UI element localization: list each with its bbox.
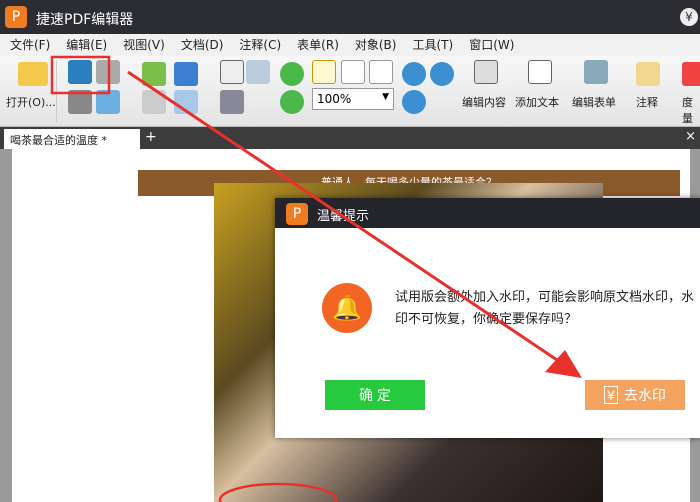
actual-size-icon[interactable] xyxy=(312,60,336,84)
dialog-header: P 温馨提示 xyxy=(275,198,700,228)
app-title: 捷速PDF编辑器 xyxy=(36,12,134,28)
zoom-out-icon[interactable] xyxy=(430,62,454,86)
snapshot-icon[interactable] xyxy=(220,90,244,114)
menu-bar: 文件(F) 编辑(E) 视图(V) 文档(D) 注释(C) 表单(R) 对象(B… xyxy=(0,34,700,56)
dialog-message: 试用版会额外加入水印，可能会影响原文档水印，水印不可恢复，你确定要保存吗？ xyxy=(395,290,695,327)
remove-watermark-button[interactable]: ¥ 去水印 xyxy=(585,380,685,410)
page-prev-icon[interactable] xyxy=(142,62,166,86)
email-icon[interactable] xyxy=(96,90,120,114)
menu-tools[interactable]: 工具(T) xyxy=(412,34,453,56)
folder-icon[interactable] xyxy=(18,62,48,86)
rotate-ccw-icon[interactable] xyxy=(280,90,304,114)
page-next-icon[interactable] xyxy=(142,90,166,114)
zoom-in-region-icon[interactable] xyxy=(402,62,426,86)
menu-window[interactable]: 窗口(W) xyxy=(469,34,514,56)
toolbar: 打开(O)... 100% ▼ 编辑内容 添加文本 编辑表单 注释 度量 xyxy=(0,56,700,127)
bell-icon: 🔔 xyxy=(322,283,372,333)
yen-icon: ¥ xyxy=(604,386,618,404)
fit-width-icon[interactable] xyxy=(369,60,393,84)
annotate-icon[interactable] xyxy=(636,62,660,86)
edit-content-button[interactable]: 编辑内容 xyxy=(462,94,506,110)
edit-form-icon[interactable] xyxy=(584,60,608,84)
tab-bar: 喝茶最合适的温度 * + × xyxy=(0,127,700,149)
edit-form-button[interactable]: 编辑表单 xyxy=(572,94,616,110)
rotate-cw-icon[interactable] xyxy=(280,62,304,86)
print-icon[interactable] xyxy=(68,90,92,114)
add-text-icon[interactable] xyxy=(528,60,552,84)
measure-icon[interactable] xyxy=(682,62,700,86)
chevron-down-icon: ▼ xyxy=(382,92,389,102)
separator xyxy=(56,60,57,122)
zoom-value: 100% xyxy=(317,92,352,106)
app-logo: P xyxy=(5,6,27,28)
menu-comment[interactable]: 注释(C) xyxy=(239,34,281,56)
scanner-icon[interactable] xyxy=(96,60,120,84)
add-tab-button[interactable]: + xyxy=(145,129,157,145)
fit-page-icon[interactable] xyxy=(341,60,365,84)
measure-button[interactable]: 度量 xyxy=(682,94,700,126)
add-text-button[interactable]: 添加文本 xyxy=(515,94,559,110)
menu-document[interactable]: 文档(D) xyxy=(181,34,224,56)
annotate-button[interactable]: 注释 xyxy=(636,94,658,110)
save-icon[interactable] xyxy=(68,60,92,84)
yen-icon[interactable]: ¥ xyxy=(680,8,698,26)
menu-view[interactable]: 视图(V) xyxy=(123,34,165,56)
menu-edit[interactable]: 编辑(E) xyxy=(66,34,107,56)
menu-file[interactable]: 文件(F) xyxy=(10,34,50,56)
text-select-icon[interactable] xyxy=(246,60,270,84)
hand-tool-icon[interactable] xyxy=(220,60,244,84)
close-tab-button[interactable]: × xyxy=(685,129,696,144)
dialog-title: 温馨提示 xyxy=(317,209,370,224)
title-bar: P 捷速PDF编辑器 ¥ xyxy=(0,0,700,34)
zoom-select[interactable]: 100% ▼ xyxy=(312,88,394,110)
menu-form[interactable]: 表单(R) xyxy=(297,34,339,56)
tab-document[interactable]: 喝茶最合适的温度 * xyxy=(4,129,140,149)
remove-watermark-label: 去水印 xyxy=(623,387,666,403)
undo-icon[interactable] xyxy=(174,62,198,86)
open-button[interactable]: 打开(O)... xyxy=(6,94,56,110)
menu-object[interactable]: 对象(B) xyxy=(355,34,397,56)
confirm-button[interactable]: 确 定 xyxy=(325,380,425,410)
dialog-logo: P xyxy=(286,203,308,225)
warning-dialog: P 温馨提示 🔔 试用版会额外加入水印，可能会影响原文档水印，水印不可恢复，你确… xyxy=(275,198,700,438)
edit-content-icon[interactable] xyxy=(474,60,498,84)
zoom-in-icon[interactable] xyxy=(402,90,426,114)
redo-icon[interactable] xyxy=(174,90,198,114)
